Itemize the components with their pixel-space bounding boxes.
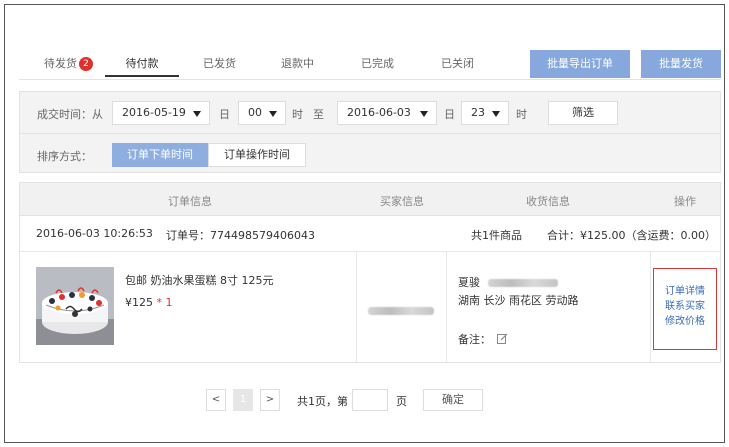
edit-icon[interactable] bbox=[496, 333, 508, 347]
product-price: ¥125 bbox=[125, 296, 153, 309]
buyer-account-redacted bbox=[368, 304, 434, 317]
receiver-phone-redacted bbox=[487, 279, 558, 287]
chevron-down-icon bbox=[269, 111, 277, 117]
page-suffix-label: 页 bbox=[396, 395, 407, 408]
chevron-down-icon bbox=[420, 111, 428, 117]
sort-by-order-time[interactable]: 订单下单时间 bbox=[112, 143, 208, 167]
day-label: 日 bbox=[219, 108, 230, 121]
chevron-down-icon bbox=[193, 111, 201, 117]
to-date-select[interactable]: 2016-06-03 bbox=[337, 101, 437, 125]
order-actions: 订单详情 联系买家 修改价格 bbox=[653, 268, 717, 350]
cake-image[interactable] bbox=[36, 267, 114, 345]
receiver-row: 夏骏 bbox=[458, 274, 558, 290]
pending-count-badge: 2 bbox=[79, 57, 93, 71]
tab-refunding[interactable]: 退款中 bbox=[281, 55, 314, 77]
order-number: 订单号：774498579406043 bbox=[166, 229, 315, 242]
deal-time-label: 成交时间：从 bbox=[37, 108, 103, 121]
filter-button[interactable]: 筛选 bbox=[548, 101, 618, 125]
to-label: 至 bbox=[313, 108, 324, 121]
tab-shipped[interactable]: 已发货 bbox=[203, 55, 236, 77]
order-time: 2016-06-03 10:26:53 bbox=[36, 227, 153, 240]
note-label: 备注： bbox=[458, 333, 491, 346]
sort-label: 排序方式： bbox=[37, 150, 92, 163]
chevron-down-icon bbox=[492, 111, 500, 117]
hour-label: 时 bbox=[516, 108, 527, 121]
from-hour-select[interactable]: 00 bbox=[238, 101, 286, 125]
product-price-row: ¥125 * 1 bbox=[125, 296, 173, 309]
page-number-input[interactable] bbox=[352, 389, 388, 411]
modify-price-link[interactable]: 修改价格 bbox=[654, 314, 716, 329]
product-title[interactable]: 包邮 奶油水果蛋糕 8寸 125元 bbox=[125, 272, 273, 288]
col-actions: 操作 bbox=[674, 195, 696, 208]
order-summary-row: 2016-06-03 10:26:53 订单号：774498579406043 … bbox=[20, 216, 720, 252]
day-label: 日 bbox=[444, 108, 455, 121]
tabs-underline bbox=[19, 79, 721, 80]
tab-closed[interactable]: 已关闭 bbox=[441, 55, 474, 77]
panel-divider bbox=[20, 133, 720, 134]
product-quantity: * 1 bbox=[156, 296, 173, 309]
receiver-address: 湖南 长沙 雨花区 劳动路 bbox=[458, 294, 579, 307]
order-detail-link[interactable]: 订单详情 bbox=[654, 284, 716, 299]
filter-panel: 成交时间：从 2016-05-19 日 00 时 至 2016-06-03 日 … bbox=[19, 91, 721, 173]
col-order-info: 订单信息 bbox=[168, 195, 212, 208]
order-total: 合计：¥125.00（含运费：0.00） bbox=[547, 229, 716, 242]
page-confirm-button[interactable]: 确定 bbox=[423, 389, 483, 411]
divider bbox=[650, 252, 651, 362]
order-item: 2016-06-03 10:26:53 订单号：774498579406043 … bbox=[19, 216, 721, 363]
tab-pending-payment[interactable]: 待付款 bbox=[105, 55, 179, 77]
prev-page-button[interactable]: < bbox=[206, 389, 226, 411]
tab-pending-ship[interactable]: 待发货 2 bbox=[44, 55, 93, 77]
page-1-button[interactable]: 1 bbox=[233, 389, 253, 411]
to-hour-select[interactable]: 23 bbox=[461, 101, 509, 125]
order-table-header: 订单信息 买家信息 收货信息 操作 bbox=[19, 182, 721, 216]
note-row: 备注： bbox=[458, 331, 508, 347]
page-count-label: 共1页，第 bbox=[297, 395, 348, 408]
batch-ship-button[interactable]: 批量发货 bbox=[641, 50, 721, 78]
batch-export-button[interactable]: 批量导出订单 bbox=[530, 50, 630, 78]
item-count: 共1件商品 bbox=[471, 229, 522, 242]
contact-buyer-link[interactable]: 联系买家 bbox=[654, 299, 716, 314]
sort-by-operate-time[interactable]: 订单操作时间 bbox=[208, 143, 306, 167]
hour-label: 时 bbox=[292, 108, 303, 121]
divider bbox=[446, 252, 447, 362]
next-page-button[interactable]: > bbox=[260, 389, 280, 411]
col-delivery-info: 收货信息 bbox=[526, 195, 570, 208]
divider bbox=[356, 252, 357, 362]
from-date-select[interactable]: 2016-05-19 bbox=[112, 101, 210, 125]
col-buyer-info: 买家信息 bbox=[380, 195, 424, 208]
tab-completed[interactable]: 已完成 bbox=[361, 55, 394, 77]
receiver-name: 夏骏 bbox=[458, 276, 480, 289]
